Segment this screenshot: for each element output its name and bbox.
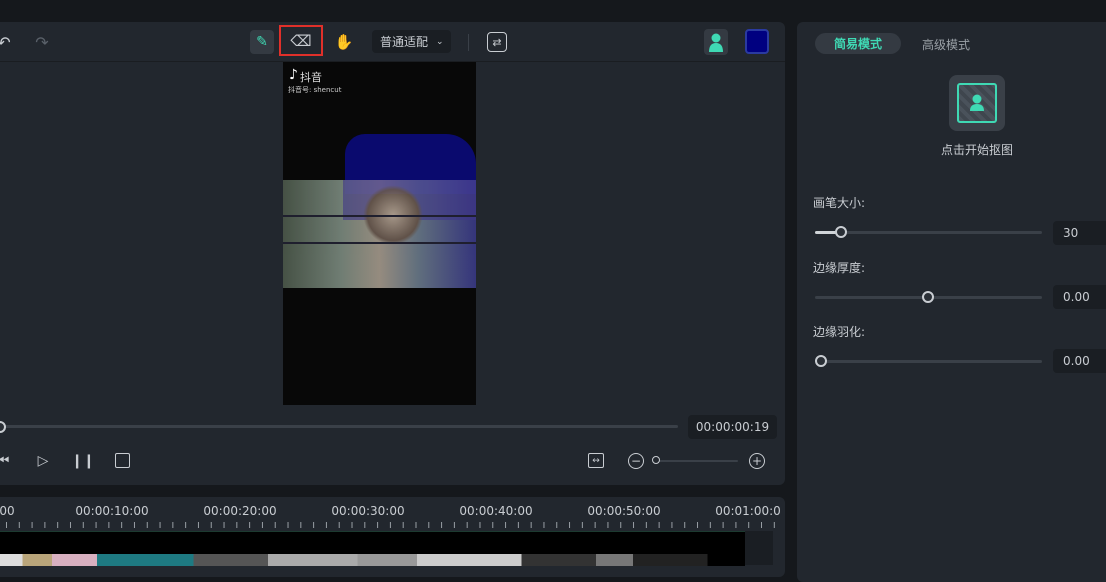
undo-icon[interactable]: ↶ (0, 32, 12, 52)
edge-thickness-handle[interactable] (922, 291, 934, 303)
ruler-tick-label: 00:00:20:00 (203, 504, 277, 518)
video-track-clip[interactable] (0, 531, 745, 566)
edge-thickness-input[interactable]: 0.00 (1053, 285, 1106, 309)
brush-size-handle[interactable] (835, 226, 847, 238)
redo-icon[interactable]: ↷ (32, 32, 52, 52)
video-preview[interactable]: ♪ 抖音 抖音号: shencut (283, 62, 476, 405)
ruler-tick-label: :00 (0, 504, 15, 518)
timeline-ruler[interactable] (0, 518, 775, 528)
brush-size-input[interactable]: 30 (1053, 221, 1106, 245)
edge-feather-handle[interactable] (815, 355, 827, 367)
stop-icon[interactable] (115, 453, 130, 468)
person-cutout-icon (957, 83, 997, 123)
ruler-tick-label: 00:00:30:00 (331, 504, 405, 518)
tab-advanced-mode[interactable]: 高级模式 (922, 36, 970, 53)
edge-feather-label: 边缘羽化: (813, 325, 866, 339)
person-icon[interactable] (704, 29, 728, 55)
hand-icon[interactable]: ✋ (333, 31, 355, 53)
edge-feather-slider[interactable] (815, 360, 1042, 363)
divider (468, 34, 469, 51)
zoom-slider[interactable] (656, 460, 738, 462)
start-matting-button[interactable] (949, 75, 1005, 131)
timecode-display: 00:00:00:19 (688, 415, 777, 439)
color-swatch-icon[interactable] (745, 29, 769, 54)
swap-icon[interactable]: ⇄ (487, 32, 507, 52)
brush-size-label: 画笔大小: (813, 196, 866, 210)
ruler-tick-label: 00:00:40:00 (459, 504, 533, 518)
smart-brush-icon[interactable]: ✎ (250, 30, 274, 54)
pause-icon[interactable]: ❙❙ (71, 452, 94, 470)
zoom-out-icon[interactable]: − (628, 453, 644, 469)
video-brand: 抖音 (300, 71, 322, 84)
ruler-tick-label: 00:00:10:00 (75, 504, 149, 518)
previous-frame-icon[interactable]: ⏮ (0, 452, 10, 470)
play-icon[interactable]: ▷ (34, 452, 52, 470)
video-frame (283, 180, 476, 288)
tab-simple-mode[interactable]: 简易模式 (815, 33, 901, 54)
eraser-icon[interactable]: ⌫ (279, 25, 323, 56)
zoom-in-icon[interactable]: + (749, 453, 765, 469)
video-account: 抖音号: shencut (288, 86, 342, 94)
tiktok-logo-icon: ♪ (289, 67, 298, 83)
brush-size-slider[interactable] (815, 231, 1042, 234)
fit-mode-select[interactable]: 普通适配 ⌄ (372, 30, 451, 53)
track-end-button[interactable] (745, 531, 773, 565)
playback-progress[interactable] (0, 425, 678, 428)
ruler-tick-label: 00:00:50:00 (587, 504, 661, 518)
chevron-down-icon: ⌄ (436, 36, 444, 47)
zoom-slider-handle[interactable] (652, 456, 660, 464)
start-matting-label: 点击开始抠图 (941, 143, 1014, 157)
fit-mode-value: 普通适配 (380, 35, 429, 49)
edge-feather-input[interactable]: 0.00 (1053, 349, 1106, 373)
edge-thickness-label: 边缘厚度: (813, 261, 866, 275)
fit-width-icon[interactable]: ↔ (588, 453, 604, 468)
ruler-tick-label: 00:01:00:0 (715, 504, 781, 518)
